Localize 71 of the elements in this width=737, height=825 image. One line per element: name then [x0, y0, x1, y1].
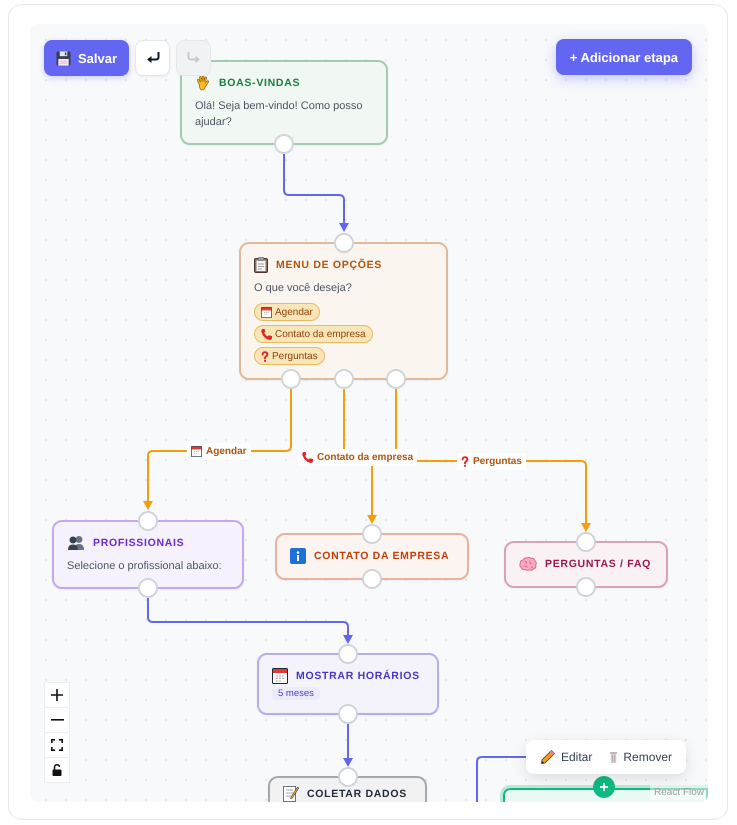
flow-node[interactable]: MOSTRAR HORÁRIOS 5 meses [257, 653, 439, 715]
people-icon [67, 536, 85, 550]
node-title: PROFISSIONAIS [93, 537, 184, 549]
connector-arrow [343, 724, 353, 767]
phone-icon [261, 328, 272, 340]
connection-handle[interactable] [334, 233, 354, 253]
memo-icon [283, 786, 299, 802]
connection-handle[interactable] [338, 644, 358, 664]
clipboard-icon [254, 257, 268, 273]
connection-handle[interactable] [576, 577, 596, 597]
connection-handle[interactable] [338, 767, 358, 787]
brain-icon [519, 557, 537, 571]
edge-label-text: Contato da empresa [317, 452, 414, 463]
connection-handle[interactable] [338, 704, 358, 724]
padlock-icon [52, 764, 62, 776]
node-title: CONTATO DA EMPRESA [314, 550, 450, 562]
flow-node[interactable]: PERGUNTAS / FAQ [504, 541, 668, 588]
flow-node[interactable] [500, 785, 708, 802]
edge-label-text: Perguntas [473, 456, 522, 467]
node-title: COLETAR DADOS [307, 788, 407, 800]
node-title: PERGUNTAS / FAQ [545, 558, 651, 570]
flow-node[interactable]: BOAS-VINDAS Olá! Seja bem-vindo! Como posso ajudar? [180, 60, 388, 145]
connection-handle[interactable] [138, 578, 158, 598]
flow-node[interactable]: COLETAR DADOS [268, 776, 427, 802]
save-button[interactable]: Salvar [44, 40, 130, 76]
lock-button[interactable] [44, 757, 70, 783]
flow-node[interactable]: MENU DE OPÇÕES O que você deseja? Agendar Contato da empresa Perguntas [239, 242, 448, 380]
redo-icon [186, 52, 201, 64]
option-label: Perguntas [272, 350, 318, 362]
calendar-icon [261, 306, 272, 318]
pencil-icon [541, 750, 555, 764]
zoom-out-button[interactable] [44, 707, 70, 733]
question-mark-icon [461, 456, 469, 467]
fit-view-button[interactable] [44, 732, 70, 758]
node-title: BOAS-VINDAS [219, 77, 300, 89]
edit-menu-item[interactable]: Editar [538, 745, 596, 769]
connection-handle[interactable] [281, 369, 302, 389]
minus-icon [50, 719, 64, 721]
connector-line [476, 756, 527, 802]
node-text: O que você deseja? [254, 281, 353, 296]
node-text: Olá! Seja bem-vindo! Como posso ajudar? [195, 99, 364, 130]
connection-handle[interactable] [576, 532, 596, 552]
flow-node[interactable]: PROFISSIONAIS Selecione o profissional abaixo: [52, 520, 244, 589]
question-mark-icon [261, 350, 269, 362]
plus-icon [51, 689, 63, 701]
trash-icon [610, 752, 618, 762]
calendar-icon [191, 446, 202, 457]
connection-handle[interactable] [138, 511, 158, 531]
undo-button[interactable] [135, 40, 170, 76]
flow-node[interactable]: CONTATO DA EMPRESA [275, 533, 469, 580]
connection-handle[interactable] [274, 134, 294, 154]
add-node-button[interactable] [593, 776, 615, 798]
plus-icon [600, 783, 608, 791]
calendar-icon [272, 668, 288, 684]
remove-menu-item[interactable]: Remover [607, 745, 676, 769]
add-step-button[interactable]: + Adicionar etapa [556, 39, 692, 75]
node-title: MOSTRAR HORÁRIOS [296, 670, 420, 682]
undo-icon [146, 52, 160, 64]
node-text: Selecione o profissional abaixo: [67, 559, 223, 574]
info-icon [290, 548, 306, 564]
option-label: Contato da empresa [275, 328, 366, 340]
connection-handle[interactable] [362, 524, 382, 544]
option-label: Agendar [275, 306, 313, 318]
duration-badge: 5 meses [272, 687, 320, 700]
phone-icon [302, 452, 313, 463]
zoom-in-button[interactable] [44, 682, 70, 708]
fit-view-icon [51, 739, 63, 751]
edge-label-text: Agendar [206, 446, 247, 457]
hand-icon [195, 75, 211, 91]
connection-handle[interactable] [362, 569, 382, 589]
node-title: MENU DE OPÇÕES [276, 259, 382, 271]
